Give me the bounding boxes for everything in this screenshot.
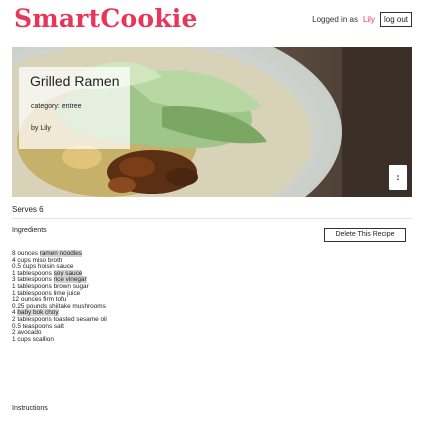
instructions-heading: Instructions [12,405,48,412]
recipe-author: by Lily [31,125,51,132]
recipe-hero-image: Grilled Ramen category: entree by Lily ↕ [12,47,412,197]
delete-recipe-button[interactable]: Delete This Recipe [324,228,406,242]
logout-button[interactable]: log out [379,12,412,27]
recipe-category: category: entree [31,103,82,110]
ingredient-item: 1 cups scallion [12,335,107,344]
sort-arrows-icon[interactable]: ↕ [388,164,408,191]
ingredients-list: 8 ounces ramen noodles 4 cups miso broth 0… [12,250,107,344]
recipe-caption: Grilled Ramen category: entree by Lily [19,67,130,149]
app-logo[interactable]: SmartCookie [14,4,198,33]
logged-in-label: Logged in as [312,15,358,24]
login-status: Logged in as Lily log out [312,12,412,27]
ingredients-heading: Ingredients [12,227,47,234]
recipe-title: Grilled Ramen [30,73,120,89]
divider [12,218,412,219]
username-link[interactable]: Lily [363,15,375,24]
serves-text: Serves 6 [12,205,44,214]
ingredient-text: 1 cups scallion [12,335,54,343]
